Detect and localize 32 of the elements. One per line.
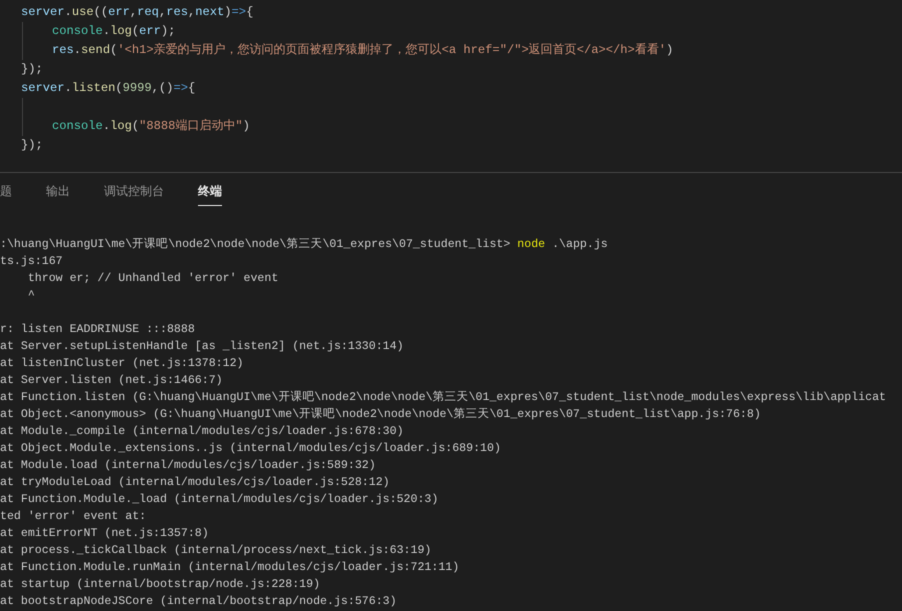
terminal-line: at tryModuleLoad (internal/modules/cjs/loader.js:528:12) (0, 476, 390, 489)
code-line: console.log("8888端口启动中") (52, 119, 250, 133)
terminal-line: at bootstrapNodeJSCore (internal/bootstrap/node.js:576:3) (0, 595, 397, 608)
code-line: }); (21, 138, 43, 152)
terminal-line: at process._tickCallback (internal/process/next_tick.js:63:19) (0, 544, 432, 557)
panel-tab[interactable]: 题 (0, 182, 12, 206)
terminal-line: r: listen EADDRINUSE :::8888 (0, 323, 195, 336)
terminal-line: throw er; // Unhandled 'error' event (26, 272, 278, 285)
terminal-line: at startup (internal/bootstrap/node.js:228:19) (0, 578, 320, 591)
panel-tab[interactable]: 输出 (46, 182, 70, 206)
terminal-line: at Function.Module.runMain (internal/modules/cjs/loader.js:721:11) (0, 561, 460, 574)
terminal-line: at Module._compile (internal/modules/cjs/loader.js:678:30) (0, 425, 404, 438)
terminal-line: at Server.setupListenHandle [as _listen2] (net.js:1330:14) (0, 340, 404, 353)
panel-tab[interactable]: 调试控制台 (104, 182, 164, 206)
terminal-line: at Server.listen (net.js:1466:7) (0, 374, 223, 387)
panel-tab[interactable]: 终端 (198, 182, 222, 206)
code-line: res.send('<h1>亲爱的与用户，您访问的页面被程序猿删掉了，您可以<a href="/">返回首页</a></h>看看') (52, 43, 674, 57)
terminal-line: ^ (26, 289, 35, 302)
terminal-line: ted 'error' event at: (0, 510, 146, 523)
terminal-line: ts.js:167 (0, 255, 63, 268)
terminal-line: at Object.Module._extensions..js (internal/modules/cjs/loader.js:689:10) (0, 442, 501, 455)
terminal-line: at Function.listen (G:\huang\HuangUI\me\开课吧\node2\node\node\第三天\01_expres\07_student_list\node_modules\express\lib\applicat (0, 391, 886, 404)
code-line: server.use((err,req,res,next)=>{ (21, 5, 254, 19)
terminal-line: at Object.<anonymous> (G:\huang\HuangUI\me\开课吧\node2\node\node\第三天\01_expres\07_student_list\app.js:76:8) (0, 408, 761, 421)
terminal-line: at emitErrorNT (net.js:1357:8) (0, 527, 209, 540)
code-line: server.listen(9999,()=>{ (21, 81, 196, 95)
terminal-line: at Module.load (internal/modules/cjs/loader.js:589:32) (0, 459, 376, 472)
terminal-line: at Function.Module._load (internal/modules/cjs/loader.js:520:3) (0, 493, 438, 506)
code-line: }); (21, 62, 43, 76)
code-line: console.log(err); (52, 24, 176, 38)
terminal-line: at listenInCluster (net.js:1378:12) (0, 357, 244, 370)
terminal-line: :\huang\HuangUI\me\开课吧\node2\node\node\第三天\01_expres\07_student_list> node .\app.js (0, 238, 608, 251)
